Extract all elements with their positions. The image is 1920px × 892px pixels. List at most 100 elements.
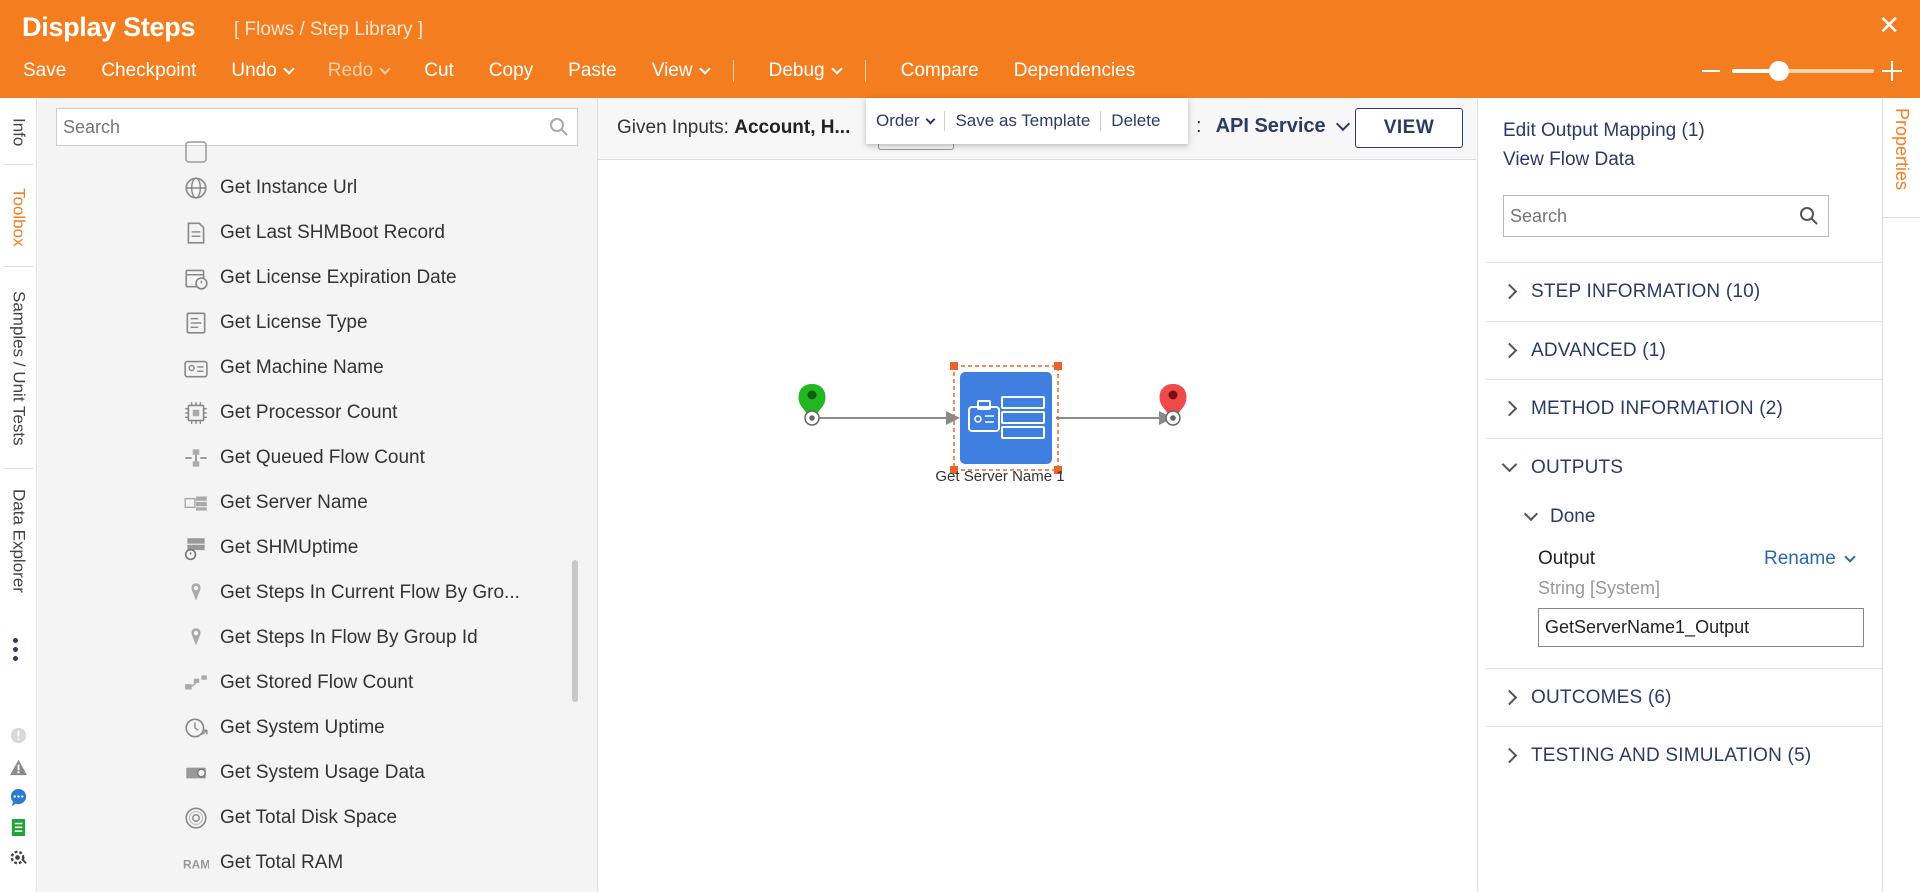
toolbox-item[interactable]: Get System Uptime — [182, 710, 385, 746]
toolbox-item[interactable]: Get License Expiration Date — [182, 260, 457, 296]
toolbox-item[interactable]: Get Stored Flow Count — [182, 665, 413, 701]
cut-button[interactable]: Cut — [424, 60, 454, 82]
view-button[interactable]: VIEW — [1355, 108, 1463, 148]
tab-divider — [4, 164, 33, 165]
tab-data-explorer[interactable]: Data Explorer — [0, 480, 37, 602]
toolbox-item[interactable]: Get Server Name — [182, 485, 368, 521]
toolbox-item[interactable]: RAM Get Total RAM — [182, 845, 343, 881]
toolbox-item-label: Get Total RAM — [220, 852, 344, 873]
toolbox-item[interactable]: Get Steps In Current Flow By Gro... — [182, 575, 520, 611]
arrow-head — [946, 411, 960, 425]
toolbox-item[interactable]: Get Machine Name — [182, 350, 384, 386]
toolbox-item[interactable]: Get SHMUptime — [182, 530, 358, 566]
section-method-information[interactable]: METHOD INFORMATION (2) — [1486, 379, 1883, 437]
tab-samples-unit-tests[interactable]: Samples / Unit Tests — [0, 278, 37, 458]
toolbox-item-label: Get License Type — [220, 312, 368, 333]
delete-button[interactable]: Delete — [1100, 111, 1170, 131]
chip-icon — [185, 402, 207, 424]
service-selector[interactable]: : API Service — [1196, 115, 1350, 138]
toolbox-item[interactable]: Get Queued Flow Count — [182, 440, 425, 476]
pin-icon — [191, 628, 201, 646]
flow-diagram — [798, 362, 1187, 474]
checkpoint-button[interactable]: Checkpoint — [101, 60, 196, 82]
order-menu[interactable]: Order — [866, 111, 944, 131]
rename-dropdown[interactable]: Rename — [1764, 548, 1856, 570]
resize-handle[interactable] — [950, 362, 958, 370]
clock-arrow-icon — [185, 718, 208, 738]
server-clock-icon — [184, 538, 205, 561]
section-testing-simulation[interactable]: TESTING AND SIMULATION (5) — [1486, 726, 1883, 784]
section-outcomes[interactable]: OUTCOMES (6) — [1486, 668, 1883, 726]
chevron-right-icon — [1501, 689, 1518, 706]
edit-output-mapping-link[interactable]: Edit Output Mapping (1) — [1503, 120, 1705, 142]
toolbox-item-label: Get Steps In Current Flow By Gro... — [220, 582, 520, 603]
ram-icon: RAM — [183, 857, 209, 871]
pin-icon — [191, 583, 201, 601]
calendar-clock-icon — [185, 269, 208, 290]
right-tab-bar — [1882, 218, 1920, 892]
warning-icon[interactable] — [9, 758, 28, 777]
chevron-right-icon — [1501, 400, 1518, 417]
save-button[interactable]: Save — [23, 60, 66, 82]
section-advanced[interactable]: ADVANCED (1) — [1486, 321, 1883, 379]
resize-handle[interactable] — [1054, 362, 1062, 370]
server-icon — [184, 496, 207, 511]
chevron-down-icon — [1523, 506, 1539, 522]
globe-icon — [185, 177, 207, 199]
toolbox-item[interactable]: Get Steps In Flow By Group Id — [182, 620, 478, 656]
step-node-get-server-name[interactable] — [950, 362, 1062, 474]
tab-toolbox[interactable]: Toolbox — [0, 178, 37, 256]
search-icon[interactable] — [549, 117, 569, 137]
toolbox-item[interactable]: Get Total Disk Space — [182, 800, 397, 836]
error-icon[interactable] — [9, 726, 28, 745]
debug-menu-button[interactable]: Debug — [769, 60, 843, 82]
toolbox-item[interactable]: Get System Usage Data — [182, 755, 425, 791]
toolbox-item[interactable]: Get Instance Url — [182, 170, 357, 206]
sheet-icon[interactable] — [9, 818, 28, 837]
save-as-template-button[interactable]: Save as Template — [944, 111, 1100, 131]
document-icon — [187, 222, 205, 244]
start-node-port[interactable] — [804, 410, 820, 426]
zoom-out-icon[interactable] — [1702, 70, 1720, 72]
close-icon[interactable]: ✕ — [1878, 12, 1900, 38]
view-flow-data-link[interactable]: View Flow Data — [1503, 149, 1635, 171]
outputs-done-group[interactable]: Done — [1523, 506, 1595, 528]
chevron-down-icon — [283, 62, 295, 75]
more-options-icon[interactable] — [13, 638, 18, 665]
dependencies-button[interactable]: Dependencies — [1014, 60, 1135, 82]
paste-button[interactable]: Paste — [568, 60, 617, 82]
flow-canvas[interactable]: Given Inputs: Account, H... : API Service… — [598, 98, 1476, 892]
section-outputs[interactable]: OUTPUTS — [1486, 438, 1883, 496]
gear-chip-icon — [186, 767, 206, 779]
toolbox-scrollbar[interactable] — [572, 560, 578, 702]
toolbox-item[interactable]: Get Processor Count — [182, 395, 397, 431]
tab-properties[interactable]: Properties — [1882, 98, 1920, 218]
toolbox-item-label: Get Last SHMBoot Record — [220, 222, 445, 243]
output-name-input[interactable] — [1539, 609, 1859, 646]
gear-tools-icon[interactable] — [9, 848, 28, 867]
id-card-icon — [184, 360, 208, 378]
zoom-slider-handle[interactable] — [1769, 61, 1789, 81]
view-menu-button[interactable]: View — [652, 60, 711, 82]
search-icon[interactable] — [1799, 206, 1819, 226]
hidden-button-edge — [878, 144, 954, 150]
end-node-port[interactable] — [1165, 410, 1181, 426]
toolbox-panel: Get Instance Url Get Last SHMBoot Record G… — [38, 98, 598, 892]
section-step-information[interactable]: STEP INFORMATION (10) — [1486, 262, 1883, 320]
toolbar-divider — [864, 60, 866, 82]
chevron-right-icon — [1501, 342, 1518, 359]
zoom-in-icon[interactable] — [1882, 61, 1902, 81]
compare-button[interactable]: Compare — [901, 60, 979, 82]
redo-button[interactable]: Redo — [328, 60, 391, 82]
chat-icon[interactable] — [9, 788, 28, 807]
toolbox-item[interactable]: Get Last SHMBoot Record — [182, 215, 445, 251]
toolbox-item[interactable]: Get License Type — [182, 305, 368, 341]
breadcrumb[interactable]: [ Flows / Step Library ] — [234, 19, 423, 41]
undo-button[interactable]: Undo — [231, 60, 295, 82]
copy-button[interactable]: Copy — [489, 60, 533, 82]
tab-info[interactable]: Info — [0, 108, 37, 156]
toolbox-search-box — [56, 108, 578, 146]
toolbox-search-input[interactable] — [57, 109, 527, 145]
properties-search-input[interactable] — [1504, 196, 1784, 236]
given-inputs[interactable]: Given Inputs: Account, H... — [617, 117, 850, 139]
